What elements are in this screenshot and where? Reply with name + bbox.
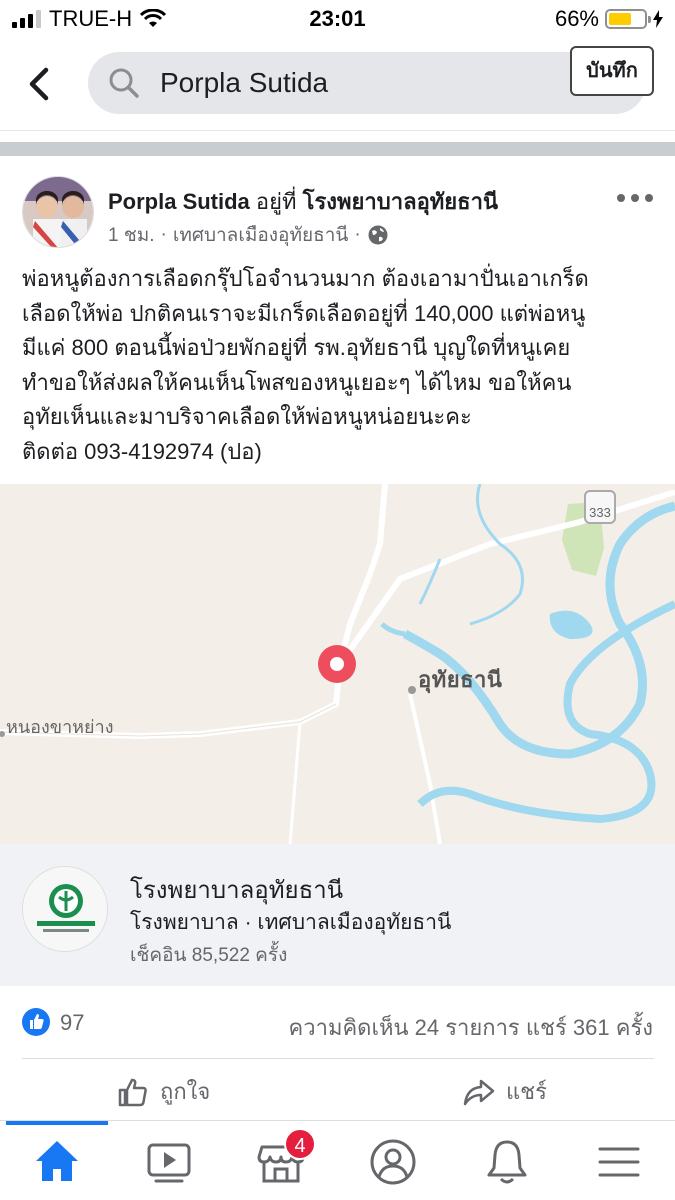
back-arrow-icon [29, 67, 49, 101]
dot-icon [645, 194, 653, 202]
menu-icon [598, 1147, 640, 1177]
post-line: อุทัยเห็นและมาบริจาคเลือดให้พ่อหนูหน่อยน… [22, 404, 472, 429]
like-reaction-icon [22, 1008, 50, 1036]
post-actions: ถูกใจ แชร์ [0, 1066, 675, 1122]
bottom-tab-bar [0, 1120, 675, 1200]
like-count[interactable]: 97 [60, 1010, 84, 1036]
globe-icon [368, 225, 388, 245]
search-input[interactable]: Porpla Sutida [88, 52, 646, 114]
location-map[interactable] [0, 484, 675, 844]
more-options-button[interactable] [617, 186, 653, 210]
author-avatar[interactable] [22, 176, 94, 248]
place-name[interactable]: โรงพยาบาลอุทัยธานี [130, 870, 343, 909]
route-shield: 333 [584, 490, 616, 524]
reactions-bar: 97 ความคิดเห็น 24 รายการ แชร์ 361 ครั้ง [0, 1000, 675, 1046]
tab-menu[interactable] [592, 1135, 646, 1189]
post-line: มีแค่ 800 ตอนนี้พ่อป่วยพักอยู่ที่ รพ.อุท… [22, 335, 571, 360]
status-right: 66% [555, 6, 663, 32]
active-tab-indicator [6, 1121, 108, 1125]
post-line: ทำขอให้ส่งผลให้คนเห็นโพสของหนูเยอะๆ ได้ไ… [22, 369, 572, 395]
search-icon [109, 68, 139, 98]
post-line: พ่อหนูต้องการเลือดกรุ๊ปโอจำนวนมาก ต้องเอ… [22, 266, 589, 291]
share-button[interactable]: แชร์ [462, 1074, 547, 1109]
meta-separator: · [160, 224, 167, 245]
status-bar: TRUE-H 23:01 66% [0, 0, 675, 38]
tab-profile[interactable] [366, 1135, 420, 1189]
search-query: Porpla Sutida [160, 67, 329, 98]
notification-badge: 4 [284, 1128, 316, 1160]
post-line: เลือดให้พ่อ ปกติคนเราจะมีเกร็ดเลือดอยู่ท… [22, 300, 586, 326]
post-meta: 1 ชม. · เทศบาลเมืองอุทัยธานี · [108, 220, 389, 250]
post-author-line: Porpla Sutida อยู่ที่ โรงพยาบาลอุทัยธานี [108, 184, 498, 219]
post-time[interactable]: 1 ชม. [108, 220, 155, 250]
hospital-logo [22, 866, 108, 952]
meta-separator-2: · [354, 224, 361, 245]
tab-notifications[interactable] [480, 1135, 534, 1189]
place-checkins: เช็คอิน 85,522 ครั้ง [130, 945, 288, 966]
share-label: แชร์ [506, 1079, 547, 1104]
comments-shares-count[interactable]: ความคิดเห็น 24 รายการ แชร์ 361 ครั้ง [289, 1010, 653, 1045]
dot-icon [631, 194, 639, 202]
back-button[interactable] [24, 62, 60, 106]
post-text: พ่อหนูต้องการเลือดกรุ๊ปโอจำนวนมาก ต้องเอ… [22, 262, 662, 469]
author-name[interactable]: Porpla Sutida [108, 189, 250, 214]
section-divider [0, 142, 675, 156]
map-town-label: หนองขาหย่าง [6, 717, 114, 737]
route-number: 333 [589, 505, 611, 520]
battery-icon [605, 9, 651, 29]
bell-icon [487, 1140, 527, 1184]
post-line: ติดต่อ 093-4192974 (ปอ) [22, 438, 262, 464]
home-icon [36, 1141, 78, 1181]
battery-percent: 66% [554, 6, 599, 31]
tab-watch[interactable] [142, 1135, 196, 1189]
post-place[interactable]: เทศบาลเมืองอุทัยธานี [173, 220, 348, 250]
save-button[interactable]: บันทึก [570, 46, 654, 96]
divider [0, 130, 675, 131]
like-button[interactable]: ถูกใจ [116, 1074, 210, 1109]
profile-icon [370, 1139, 416, 1185]
charging-icon [653, 10, 663, 28]
thumbs-up-icon [118, 1078, 147, 1106]
like-label: ถูกใจ [160, 1079, 211, 1104]
map-city-label: อุทัยธานี [418, 667, 503, 692]
tab-home[interactable] [30, 1135, 84, 1189]
share-arrow-icon [463, 1079, 495, 1105]
dot-icon [617, 194, 625, 202]
place-subtitle: โรงพยาบาล · เทศบาลเมืองอุทัยธานี [130, 911, 452, 934]
place-card[interactable]: โรงพยาบาลอุทัยธานี โรงพยาบาล · เทศบาลเมื… [0, 844, 675, 986]
divider [22, 1058, 654, 1059]
location-link[interactable]: โรงพยาบาลอุทัยธานี [303, 189, 498, 214]
video-icon [147, 1143, 191, 1183]
location-prefix: อยู่ที่ [255, 189, 297, 214]
